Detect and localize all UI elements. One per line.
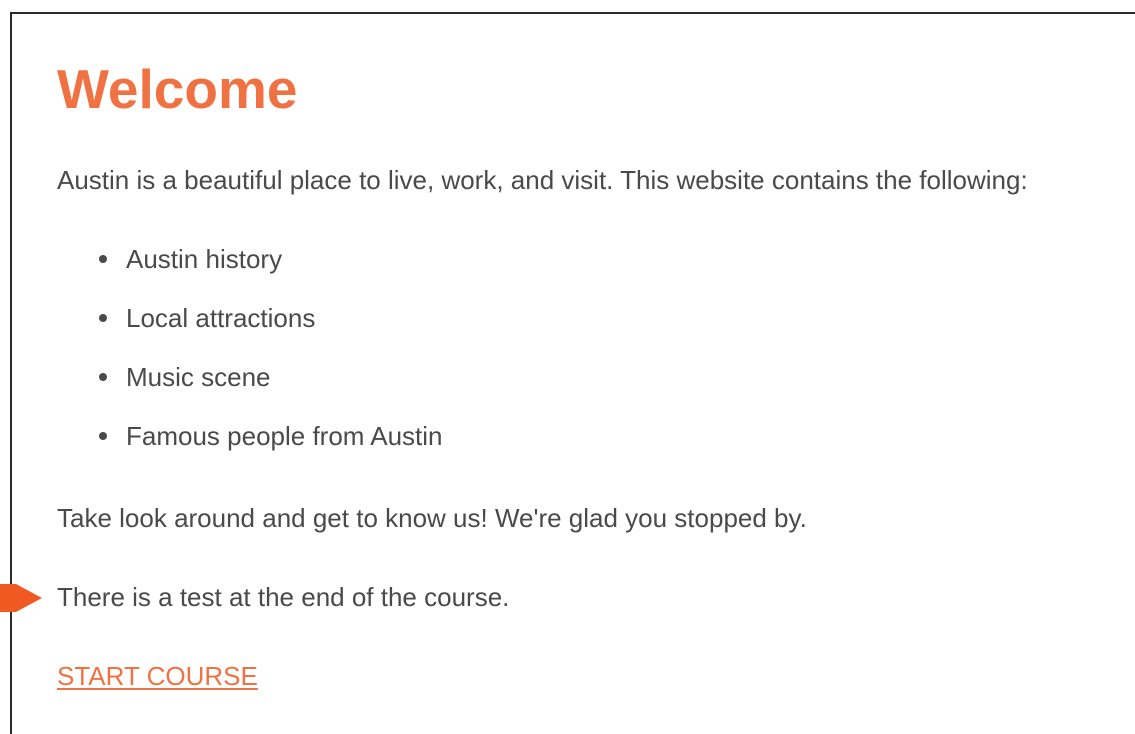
list-item: Austin history: [57, 242, 443, 301]
list-item: Local attractions: [57, 301, 443, 360]
start-course-link[interactable]: START COURSE: [57, 659, 258, 693]
intro-text: Austin is a beautiful place to live, wor…: [57, 165, 1028, 195]
bullet-icon: [99, 255, 107, 263]
list-item-label: Music scene: [126, 362, 271, 392]
closing-text: Take look around and get to know us! We'…: [57, 503, 807, 533]
topics-list: Austin history Local attractions Music s…: [57, 242, 443, 478]
list-item: Music scene: [57, 360, 443, 419]
page-title: Welcome: [57, 58, 298, 120]
test-note-text: There is a test at the end of the course…: [57, 582, 510, 612]
bullet-icon: [99, 373, 107, 381]
list-item-label: Famous people from Austin: [126, 421, 443, 451]
list-item-label: Local attractions: [126, 303, 316, 333]
bullet-icon: [99, 432, 107, 440]
list-item: Famous people from Austin: [57, 419, 443, 478]
bullet-icon: [99, 314, 107, 322]
arrow-right-icon: [0, 584, 42, 612]
list-item-label: Austin history: [126, 244, 283, 274]
